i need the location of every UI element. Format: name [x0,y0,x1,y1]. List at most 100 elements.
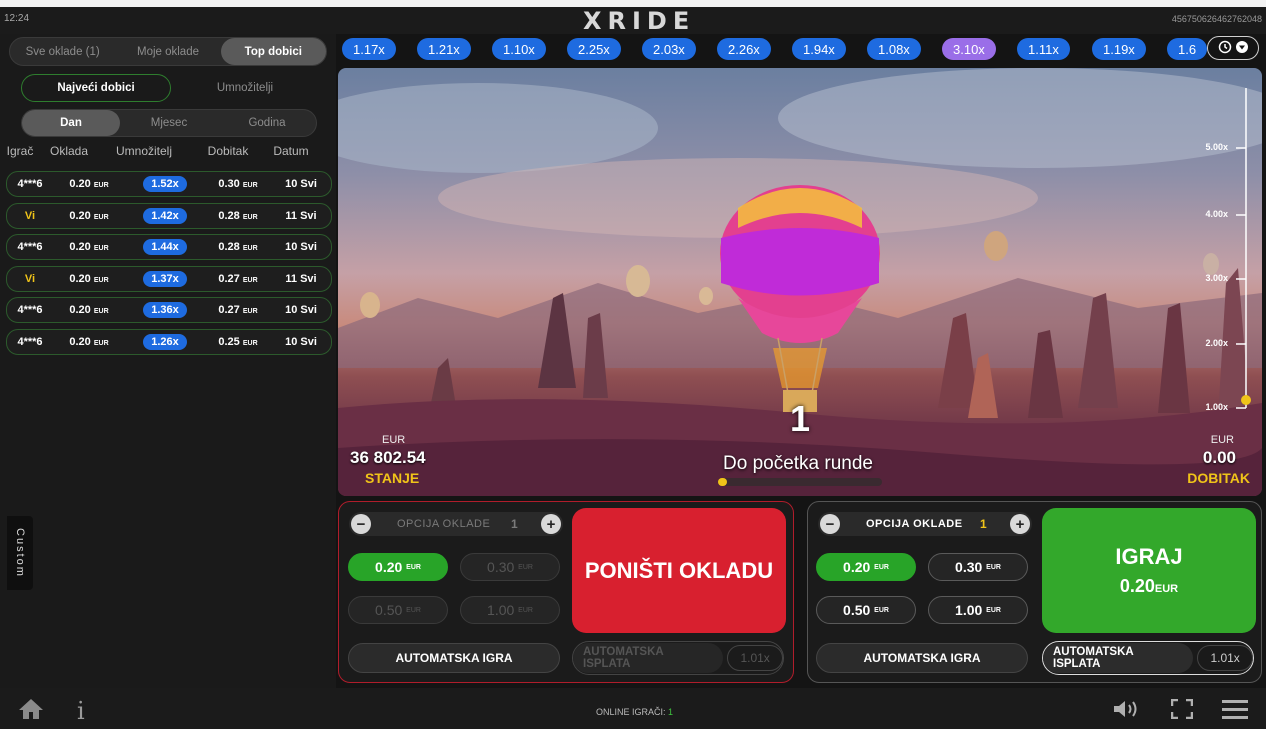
bet-option-number: 1 [980,517,987,531]
top-wins-subtabs: Najveći dobici Umnožitelji [21,74,319,102]
cancel-bet-button[interactable]: PONIŠTI OKLADU [572,508,786,633]
quick-amount-button[interactable]: 0.20 EUR [816,553,916,581]
top-bar: 12:24 XRIDE 456750626462762048 [0,7,1266,35]
col-bet: Oklada [49,144,89,158]
player-name: Vi [24,272,36,285]
bet-amount: 0.20 EUR [69,209,109,222]
auto-play-button[interactable]: AUTOMATSKA IGRA [816,643,1028,673]
tab-my-bets[interactable]: Moje oklade [115,38,220,65]
history-toggle-button[interactable] [1207,36,1259,60]
quick-amount-button[interactable]: 0.50 EUR [816,596,916,624]
quick-amount-button[interactable]: 0.30 EUR [460,553,560,581]
bet-date: 10 Svi [285,335,317,348]
table-row: 4***6 0.20 EUR 1.44x 0.28 EUR 10 Svi [6,234,332,260]
history-pill[interactable]: 1.11x [1017,38,1070,60]
info-icon[interactable]: i [77,697,85,725]
multiplier-badge: 1.36x [143,302,187,318]
quick-amount-button[interactable]: 1.00 EUR [928,596,1028,624]
col-multiplier: Umnožitelj [115,144,172,158]
history-pill[interactable]: 1.17x [342,38,396,60]
bets-tab-switcher: Sve oklade (1) Moje oklade Top dobici [9,37,327,66]
auto-cashout-toggle[interactable]: AUTOMATSKA ISPLATA 1.01x [1042,641,1254,675]
period-year[interactable]: Godina [218,110,316,136]
bet-option-label: OPCIJA OKLADE [397,518,491,530]
minus-icon[interactable]: − [351,514,371,534]
tab-all-bets[interactable]: Sve oklade (1) [10,38,115,65]
win-amount: 0.25 EUR [218,335,258,348]
multiplier-badge: 1.26x [143,333,187,350]
menu-icon[interactable] [1222,699,1248,724]
win-value: 0.00 [1202,448,1236,467]
bet-date: 10 Svi [285,304,317,316]
player-name: 4***6 [17,335,43,348]
history-pill[interactable]: 2.25x [567,38,621,60]
quick-amount-button[interactable]: 1.00 EUR [460,596,560,624]
tab-top-wins[interactable]: Top dobici [220,38,326,65]
minus-icon[interactable]: − [820,514,840,534]
play-amount: 0.20EUR [1119,576,1179,596]
player-name: 4***6 [17,304,43,316]
play-button[interactable]: IGRAJ 0.20EUR [1042,508,1256,633]
multiplier-badge: 1.52x [143,176,187,192]
table-row: Vi 0.20 EUR 1.42x 0.28 EUR 11 Svi [6,202,332,229]
balance-currency: EUR [382,434,406,446]
history-pill[interactable]: 1.21x [417,38,471,60]
auto-cashout-toggle[interactable]: AUTOMATSKA ISPLATA 1.01x [572,641,784,675]
table-row: 4***6 0.20 EUR 1.26x 0.25 EUR 10 Svi [6,328,332,355]
bet-panel-2: − OPCIJA OKLADE 1 + 0.20 EUR 0.30 EUR 0.… [807,501,1262,683]
history-pill[interactable]: 2.26x [717,38,771,60]
subtab-multipliers[interactable]: Umnožitelji [171,74,319,102]
scale-label: 2.00x [1205,338,1228,348]
auto-cashout-value[interactable]: 1.01x [727,645,783,671]
subtab-biggest-wins[interactable]: Najveći dobici [21,74,171,102]
player-name: 4***6 [17,178,43,190]
auto-cashout-label: AUTOMATSKA ISPLATA [1043,643,1194,673]
period-month[interactable]: Mjesec [120,110,218,136]
col-win: Dobitak [207,144,249,158]
bet-amount: 0.20 EUR [69,304,109,316]
history-pill[interactable]: 3.10x [942,38,996,60]
bet-date: 10 Svi [285,178,317,190]
player-name: 4***6 [17,241,43,253]
history-pill[interactable]: 1.6 [1167,38,1208,60]
multiplier-badge: 1.42x [143,207,187,224]
bet-amount: 0.20 EUR [69,335,109,348]
col-date: Datum [273,144,309,158]
history-pill[interactable]: 1.10x [492,38,546,60]
scale-label: 4.00x [1205,209,1228,219]
quick-amount-button[interactable]: 0.50 EUR [348,596,448,624]
win-amount: 0.27 EUR [218,304,258,316]
bet-option-selector: − OPCIJA OKLADE 1 + [818,512,1032,536]
dropdown-triangle-icon [1236,40,1248,56]
home-icon[interactable] [18,698,44,725]
scale-label: 1.00x [1205,402,1228,412]
history-pill[interactable]: 2.03x [642,38,696,60]
balance-label: STANJE [365,470,420,486]
bet-date: 10 Svi [285,241,317,253]
scale-label: 3.00x [1205,273,1228,283]
volume-icon[interactable] [1112,699,1142,724]
period-day[interactable]: Dan [22,110,120,136]
history-clock-icon [1218,40,1232,57]
auto-play-button[interactable]: AUTOMATSKA IGRA [348,643,560,673]
quick-amount-button[interactable]: 0.20 EUR [348,553,448,581]
quick-amount-button[interactable]: 0.30 EUR [928,553,1028,581]
bet-amount: 0.20 EUR [69,178,109,190]
custom-side-tab[interactable]: Custom [7,516,33,590]
player-name: Vi [24,209,36,222]
auto-cashout-value[interactable]: 1.01x [1197,645,1253,671]
bet-amount: 0.20 EUR [69,272,109,285]
history-pill[interactable]: 1.08x [867,38,921,60]
plus-icon[interactable]: + [541,514,561,534]
progress-indicator [718,478,727,486]
win-amount: 0.27 EUR [218,272,258,285]
online-players: ONLINE IGRAČI: 1 [596,707,674,717]
plus-icon[interactable]: + [1010,514,1030,534]
bet-date: 11 Svi [285,272,317,285]
bet-date: 11 Svi [285,209,317,222]
history-pill[interactable]: 1.94x [792,38,846,60]
history-pill[interactable]: 1.19x [1092,38,1146,60]
play-label: IGRAJ [1115,544,1183,569]
fullscreen-icon[interactable] [1170,698,1194,724]
multiplier-history: 1.17x 1.21x 1.10x 2.25x 2.03x 2.26x 1.94… [342,37,1262,63]
